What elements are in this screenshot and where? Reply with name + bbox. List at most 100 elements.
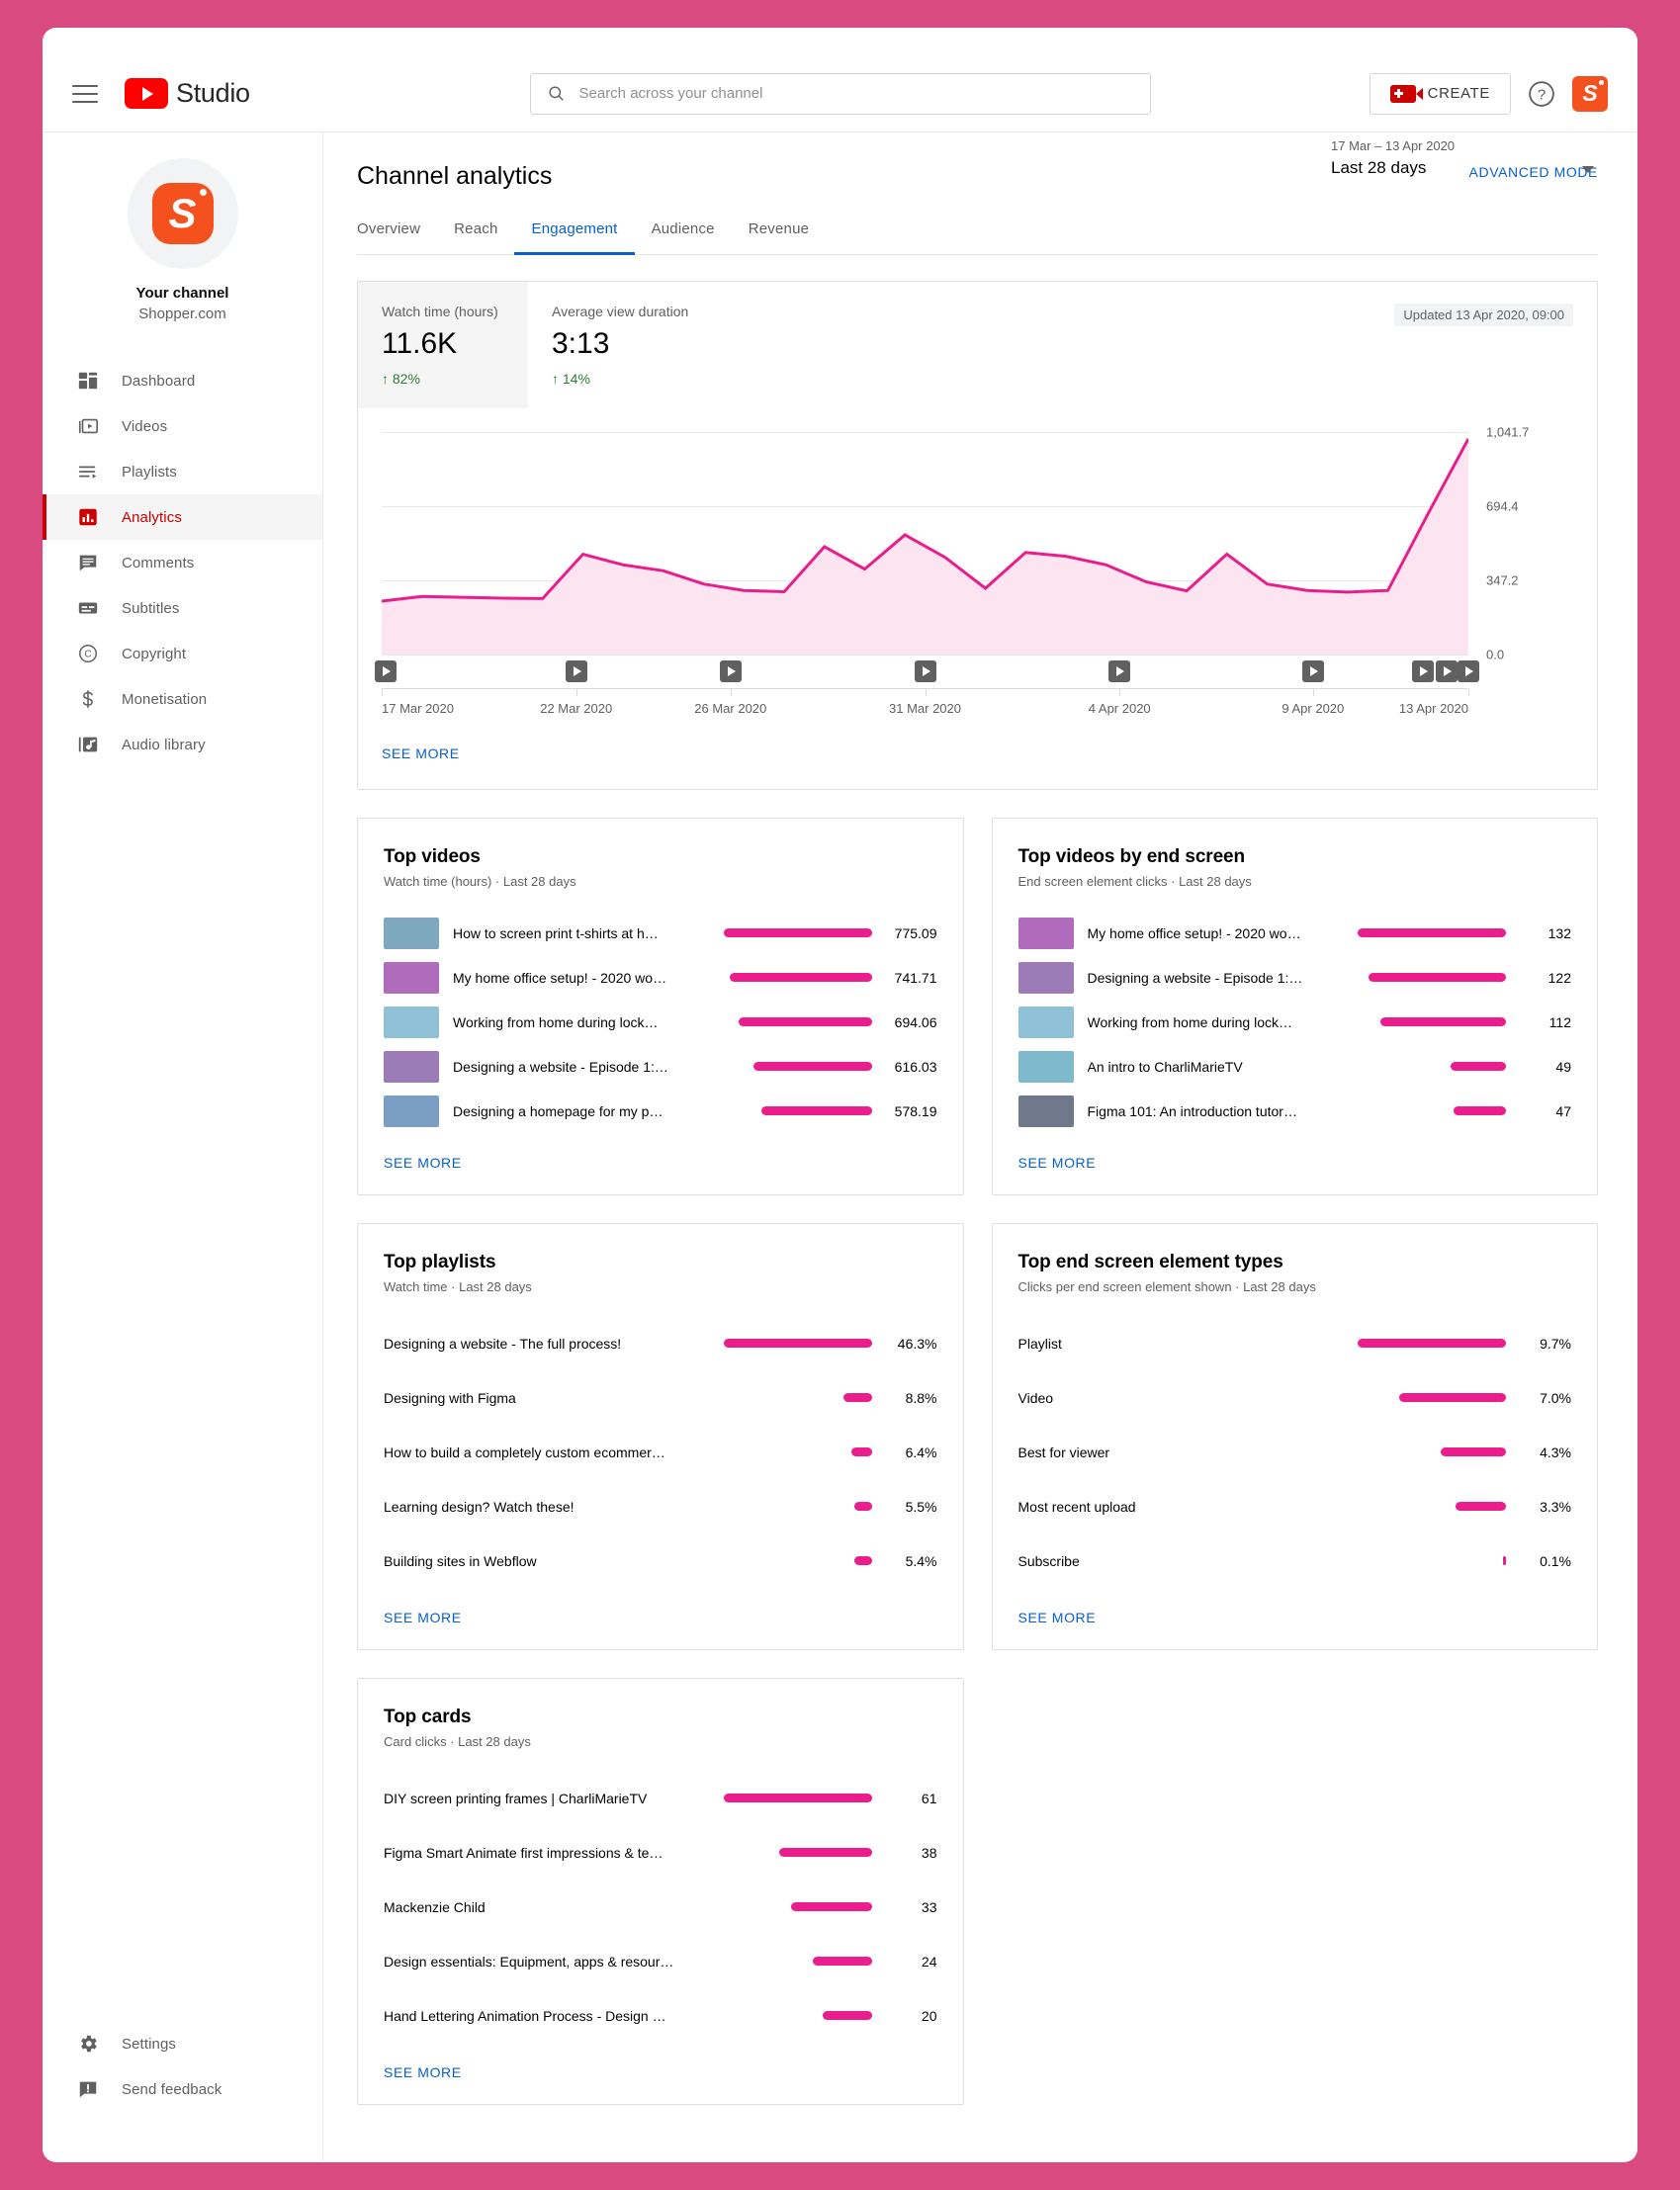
sidebar-item-monetisation[interactable]: Monetisation (43, 676, 322, 722)
row-bar-cell (704, 928, 872, 937)
sidebar-item-videos[interactable]: Videos (43, 403, 322, 449)
table-row[interactable]: Designing a website - Episode 1:… 122 (1017, 955, 1571, 1000)
sidebar-item-copyright[interactable]: C Copyright (43, 631, 322, 676)
table-row[interactable]: Designing a website - The full process! … (384, 1316, 937, 1370)
table-row[interactable]: My home office setup! - 2020 wo… 741.71 (384, 955, 937, 1000)
table-row[interactable]: Most recent upload 3.3% (1018, 1479, 1572, 1533)
video-marker[interactable] (1108, 660, 1131, 682)
sidebar-item-send-feedback[interactable]: Send feedback (43, 2066, 322, 2112)
table-row[interactable]: Figma Smart Animate first impressions & … (384, 1825, 937, 1880)
video-marker[interactable] (375, 660, 398, 682)
card-see-more-link[interactable]: SEE MORE (1018, 1155, 1097, 1171)
video-thumbnail[interactable] (1017, 917, 1074, 949)
tab-audience[interactable]: Audience (635, 220, 732, 255)
table-row[interactable]: Figma 101: An introduction tutor… 47 (1017, 1089, 1571, 1133)
row-bar (739, 1017, 872, 1026)
sidebar-item-subtitles[interactable]: Subtitles (43, 585, 322, 631)
tab-engagement[interactable]: Engagement (514, 220, 635, 255)
table-row[interactable]: An intro to CharliMarieTV 49 (1017, 1044, 1571, 1089)
card-see-more-link[interactable]: SEE MORE (384, 2064, 462, 2080)
search-input[interactable] (578, 85, 1134, 102)
card-subtitle: Clicks per end screen element shown · La… (1017, 1279, 1316, 1294)
metric-card-0[interactable]: Watch time (hours) 11.6K ↑ 82% (358, 282, 528, 408)
tab-reach[interactable]: Reach (437, 220, 514, 255)
table-row[interactable]: Learning design? Watch these! 5.5% (384, 1479, 937, 1533)
table-row[interactable]: Designing a homepage for my p… 578.19 (384, 1089, 937, 1133)
card-see-more-link[interactable]: SEE MORE (384, 1155, 462, 1171)
row-bar (1369, 973, 1506, 982)
chart-see-more-link[interactable]: SEE MORE (382, 745, 460, 761)
table-row[interactable]: Hand Lettering Animation Process - Desig… (384, 1988, 937, 2043)
analytics-tabs: Overview Reach Engagement Audience Reven… (357, 220, 1598, 255)
table-row[interactable]: DIY screen printing frames | CharliMarie… (384, 1771, 937, 1825)
sidebar-item-dashboard[interactable]: Dashboard (43, 358, 322, 403)
card-see-more-link[interactable]: SEE MORE (1018, 1610, 1097, 1625)
video-thumbnail[interactable] (384, 917, 439, 949)
tab-revenue[interactable]: Revenue (732, 220, 826, 255)
table-row[interactable]: Building sites in Webflow 5.4% (384, 1533, 937, 1588)
sidebar-item-label: Comments (122, 554, 195, 571)
table-row[interactable]: My home office setup! - 2020 wo… 132 (1017, 911, 1571, 955)
row-title: Figma 101: An introduction tutor… (1087, 1102, 1297, 1119)
tab-overview[interactable]: Overview (357, 220, 437, 255)
video-thumbnail[interactable] (384, 1050, 439, 1083)
sidebar-item-settings[interactable]: Settings (43, 2021, 322, 2066)
video-thumbnail[interactable] (1017, 1095, 1074, 1127)
table-row[interactable]: Designing with Figma 8.8% (384, 1370, 937, 1425)
video-thumbnail[interactable] (1017, 1050, 1074, 1083)
chevron-down-icon[interactable] (1582, 166, 1594, 173)
menu-icon[interactable] (72, 84, 98, 103)
sidebar-item-playlists[interactable]: Playlists (43, 449, 322, 494)
row-bar-cell (704, 973, 872, 982)
video-marker[interactable] (565, 660, 587, 682)
video-thumbnail[interactable] (384, 1006, 439, 1038)
card-see-more-link[interactable]: SEE MORE (384, 1610, 462, 1625)
create-button[interactable]: CREATE (1369, 72, 1511, 115)
studio-logo[interactable]: Studio (125, 78, 250, 109)
row-bar (823, 2011, 872, 2020)
video-thumbnail[interactable] (1017, 1006, 1074, 1038)
row-title: Working from home during lock… (1087, 1013, 1292, 1030)
row-bar-cell (1338, 1339, 1506, 1348)
chart-gridline (382, 655, 1468, 656)
table-row[interactable]: Design essentials: Equipment, apps & res… (384, 1934, 937, 1988)
table-row[interactable]: Video 7.0% (1018, 1370, 1572, 1425)
table-row[interactable]: How to screen print t-shirts at h… 775.0… (384, 911, 937, 955)
video-thumbnail[interactable] (384, 1095, 439, 1127)
video-marker[interactable] (1411, 660, 1434, 682)
video-thumbnail[interactable] (1017, 961, 1074, 994)
video-thumbnail[interactable] (384, 961, 439, 994)
table-row[interactable]: Working from home during lock… 112 (1017, 1000, 1571, 1044)
watch-time-chart[interactable]: 1,041.7 694.4 347.2 0.0 (382, 425, 1529, 662)
row-bar-cell (704, 2011, 872, 2020)
table-row[interactable]: Best for viewer 4.3% (1018, 1425, 1572, 1479)
metric-label: Average view duration (552, 304, 689, 319)
chart-x-tick-label: 13 Apr 2020 (1398, 701, 1468, 716)
metric-card-1[interactable]: Average view duration 3:13 ↑ 14% (528, 282, 718, 408)
channel-block[interactable]: S Your channel Shopper.com (43, 158, 322, 344)
row-bar (760, 1106, 872, 1115)
search-box[interactable] (529, 72, 1151, 115)
video-marker[interactable] (1436, 660, 1459, 682)
app-window: Studio CREATE ? S (43, 28, 1637, 2162)
sidebar-item-comments[interactable]: Comments (43, 540, 322, 585)
row-bar (723, 1339, 872, 1348)
date-range-selector[interactable]: 17 Mar – 13 Apr 2020 Last 28 days (1331, 138, 1598, 178)
sidebar-item-audio-library[interactable]: Audio library (43, 722, 322, 767)
sidebar-item-analytics[interactable]: Analytics (43, 494, 322, 540)
table-row[interactable]: How to build a completely custom ecommer… (384, 1425, 937, 1479)
account-avatar[interactable]: S (1572, 75, 1608, 112)
arrow-up-icon: ↑ (382, 371, 389, 387)
help-icon[interactable]: ? (1527, 79, 1556, 109)
video-marker[interactable] (1458, 660, 1479, 682)
table-row[interactable]: Playlist 9.7% (1018, 1316, 1572, 1370)
table-row[interactable]: Mackenzie Child 33 (384, 1880, 937, 1934)
card-subtitle: Card clicks · Last 28 days (384, 1734, 531, 1749)
table-row[interactable]: Designing a website - Episode 1:… 616.03 (384, 1044, 937, 1089)
table-row[interactable]: Working from home during lock… 694.06 (384, 1000, 937, 1044)
video-marker[interactable] (719, 660, 742, 682)
svg-text:?: ? (1538, 86, 1546, 103)
table-row[interactable]: Subscribe 0.1% (1018, 1533, 1572, 1588)
video-marker[interactable] (1301, 660, 1324, 682)
video-marker[interactable] (914, 660, 936, 682)
